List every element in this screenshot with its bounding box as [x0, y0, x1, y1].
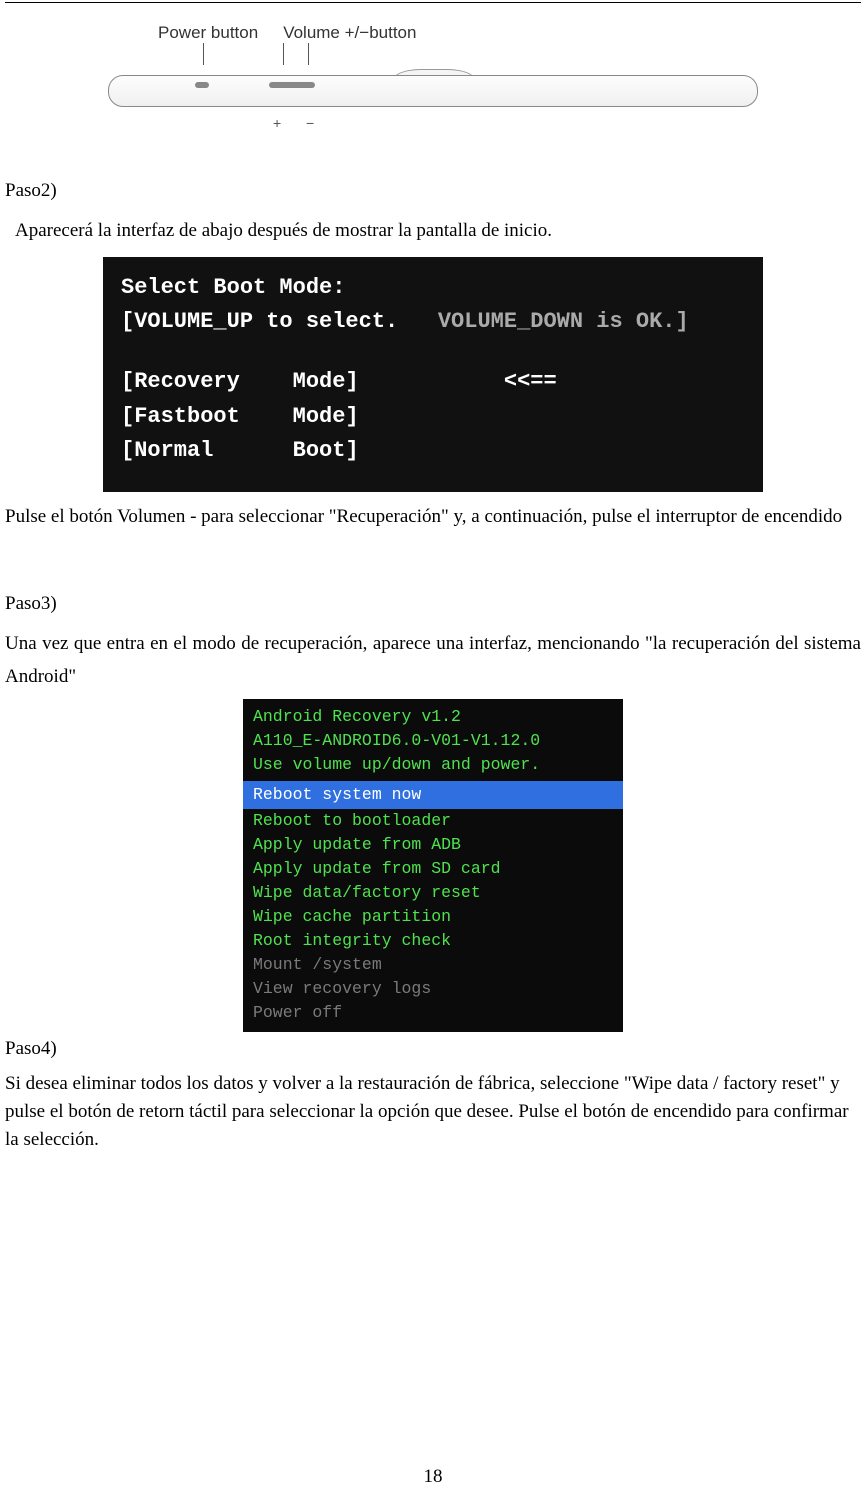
recovery-option: Power off	[243, 1001, 623, 1025]
step-2-intro: Aparecerá la interfaz de abajo después d…	[5, 214, 861, 247]
device-diagram: Power button Volume +/−button + −	[108, 23, 758, 135]
step-2: Paso2) Aparecerá la interfaz de abajo de…	[5, 180, 861, 533]
volume-button-slot	[269, 82, 315, 88]
spacer	[121, 339, 745, 365]
document-page: { "figure1": { "label_power": "Power but…	[0, 2, 866, 1508]
boot-title: Select Boot Mode:	[121, 271, 745, 305]
recovery-option: Wipe cache partition	[243, 905, 623, 929]
recovery-option: Mount /system	[243, 953, 623, 977]
recovery-option: Apply update from SD card	[243, 857, 623, 881]
step-2-label: Paso2)	[5, 180, 861, 202]
step-3-intro: Una vez que entra en el modo de recupera…	[5, 627, 861, 694]
recovery-option: Root integrity check	[243, 929, 623, 953]
step-4: Paso4) Si desea eliminar todos los datos…	[5, 1038, 861, 1153]
recovery-option: Apply update from ADB	[243, 833, 623, 857]
device-outline	[108, 65, 758, 115]
recovery-option: Reboot to bootloader	[243, 809, 623, 833]
diagram-leader-lines	[108, 43, 758, 63]
top-rule	[5, 2, 861, 3]
recovery-option: View recovery logs	[243, 977, 623, 1001]
boot-row-fastboot: [Fastboot Mode]	[121, 400, 745, 434]
label-volume-button: Volume +/−button	[283, 23, 416, 43]
recovery-hdr-3: Use volume up/down and power.	[243, 753, 623, 777]
label-power-button: Power button	[158, 23, 258, 43]
boot-row-normal: [Normal Boot]	[121, 434, 745, 468]
recovery-hdr-1: Android Recovery v1.2	[243, 705, 623, 729]
boot-hint: [VOLUME_UP to select. VOLUME_DOWN is OK.…	[121, 305, 745, 339]
diagram-labels: Power button Volume +/−button	[108, 23, 758, 43]
step-3: Paso3) Una vez que entra en el modo de r…	[5, 593, 861, 1032]
boot-mode-screen: Select Boot Mode: [VOLUME_UP to select. …	[103, 257, 763, 491]
plus-mark: +	[273, 115, 281, 131]
recovery-highlighted-option: Reboot system now	[243, 781, 623, 809]
device-body	[108, 75, 758, 107]
diagram-plus-minus: + −	[108, 115, 758, 135]
recovery-screen: Android Recovery v1.2 A110_E-ANDROID6.0-…	[243, 699, 623, 1032]
recovery-option: Wipe data/factory reset	[243, 881, 623, 905]
step-4-text: Si desea eliminar todos los datos y volv…	[5, 1070, 861, 1153]
page-number: 18	[0, 1466, 866, 1488]
power-button-slot	[195, 82, 209, 88]
boot-row-recovery: [Recovery Mode] <<==	[121, 365, 745, 399]
recovery-hdr-2: A110_E-ANDROID6.0-V01-V1.12.0	[243, 729, 623, 753]
step-4-label: Paso4)	[5, 1038, 861, 1060]
step-2-after: Pulse el botón Volumen - para selecciona…	[5, 500, 861, 533]
minus-mark: −	[306, 115, 314, 131]
step-3-label: Paso3)	[5, 593, 861, 615]
